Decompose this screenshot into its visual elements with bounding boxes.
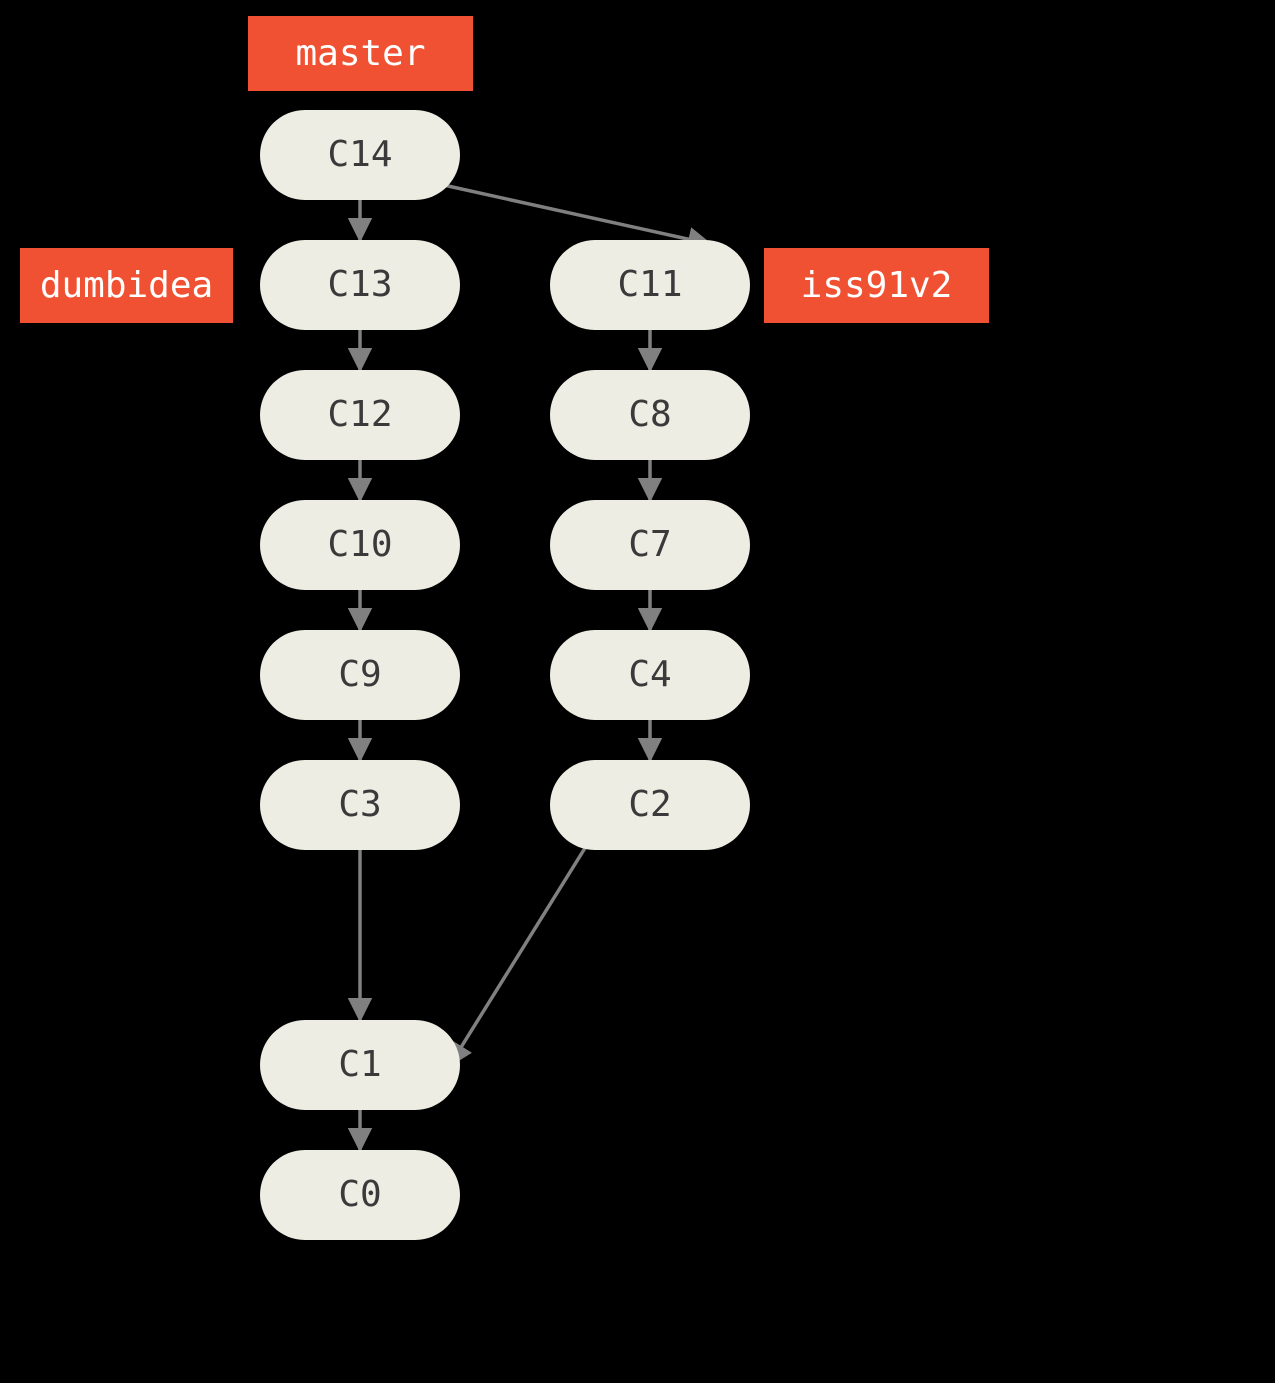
commit-C7: C7	[550, 500, 750, 590]
commit-C9: C9	[260, 630, 460, 720]
commit-label: C11	[617, 267, 682, 303]
commit-label: C3	[338, 787, 381, 823]
commit-C3: C3	[260, 760, 460, 850]
commit-C4: C4	[550, 630, 750, 720]
commit-label: C13	[327, 267, 392, 303]
branch-master: master	[248, 16, 473, 91]
branch-label: master	[295, 36, 425, 72]
commit-label: C8	[628, 397, 671, 433]
commit-label: C9	[338, 657, 381, 693]
commit-label: C10	[327, 527, 392, 563]
branch-label: iss91v2	[801, 268, 953, 304]
commit-C11: C11	[550, 240, 750, 330]
git-graph: master dumbidea iss91v2 C14 C13 C12 C10 …	[0, 0, 1275, 1383]
commit-label: C0	[338, 1177, 381, 1213]
commit-C10: C10	[260, 500, 460, 590]
branch-iss91v2: iss91v2	[764, 248, 989, 323]
commit-label: C1	[338, 1047, 381, 1083]
edge-C14-C11	[430, 182, 710, 244]
commit-C1: C1	[260, 1020, 460, 1110]
commit-C2: C2	[550, 760, 750, 850]
commit-C0: C0	[260, 1150, 460, 1240]
commit-label: C12	[327, 397, 392, 433]
commit-label: C14	[327, 137, 392, 173]
edge-C2-C1	[450, 840, 590, 1065]
commit-label: C7	[628, 527, 671, 563]
commit-C13: C13	[260, 240, 460, 330]
commit-C12: C12	[260, 370, 460, 460]
branch-dumbidea: dumbidea	[20, 248, 233, 323]
commit-C8: C8	[550, 370, 750, 460]
commit-label: C2	[628, 787, 671, 823]
commit-label: C4	[628, 657, 671, 693]
branch-label: dumbidea	[40, 268, 213, 304]
commit-C14: C14	[260, 110, 460, 200]
